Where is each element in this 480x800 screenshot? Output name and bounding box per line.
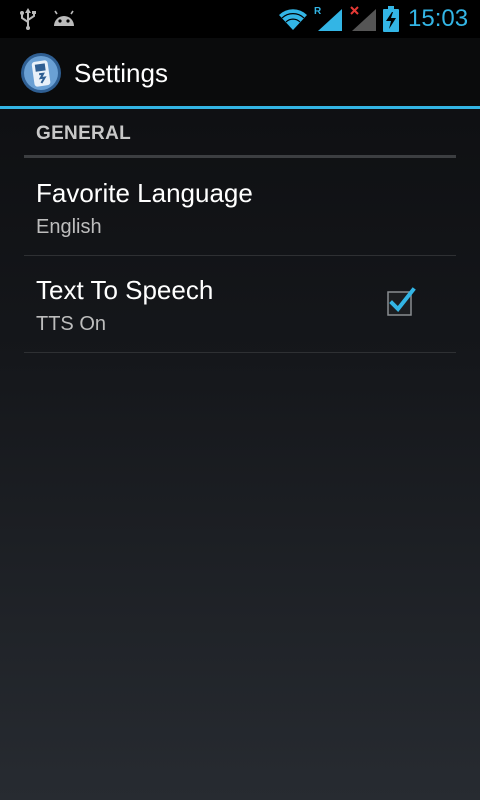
pref-title: Text To Speech <box>36 275 214 305</box>
section-divider <box>24 155 456 158</box>
usb-icon <box>20 8 36 30</box>
app-icon[interactable] <box>20 52 62 94</box>
no-signal-icon <box>350 6 376 31</box>
pref-text-to-speech[interactable]: Text To Speech TTS On <box>24 256 456 352</box>
roaming-indicator: R <box>314 6 322 17</box>
pref-favorite-language[interactable]: Favorite Language English <box>24 159 456 255</box>
pref-summary: English <box>36 216 102 238</box>
pref-summary: TTS On <box>36 313 107 335</box>
android-icon <box>54 10 74 26</box>
battery-charging-icon <box>383 6 399 32</box>
page-title: Settings <box>74 58 168 88</box>
action-bar: Settings <box>0 38 480 106</box>
section-header-general: GENERAL <box>36 123 131 144</box>
action-bar-divider <box>0 106 480 109</box>
status-clock: 15:03 <box>408 5 469 32</box>
status-bar: R 15:03 <box>0 0 480 38</box>
pref-title: Favorite Language <box>36 178 253 208</box>
signal-icon: R <box>314 6 342 31</box>
tts-checkbox[interactable] <box>386 287 416 317</box>
wifi-icon <box>279 9 307 30</box>
list-divider <box>24 352 456 353</box>
